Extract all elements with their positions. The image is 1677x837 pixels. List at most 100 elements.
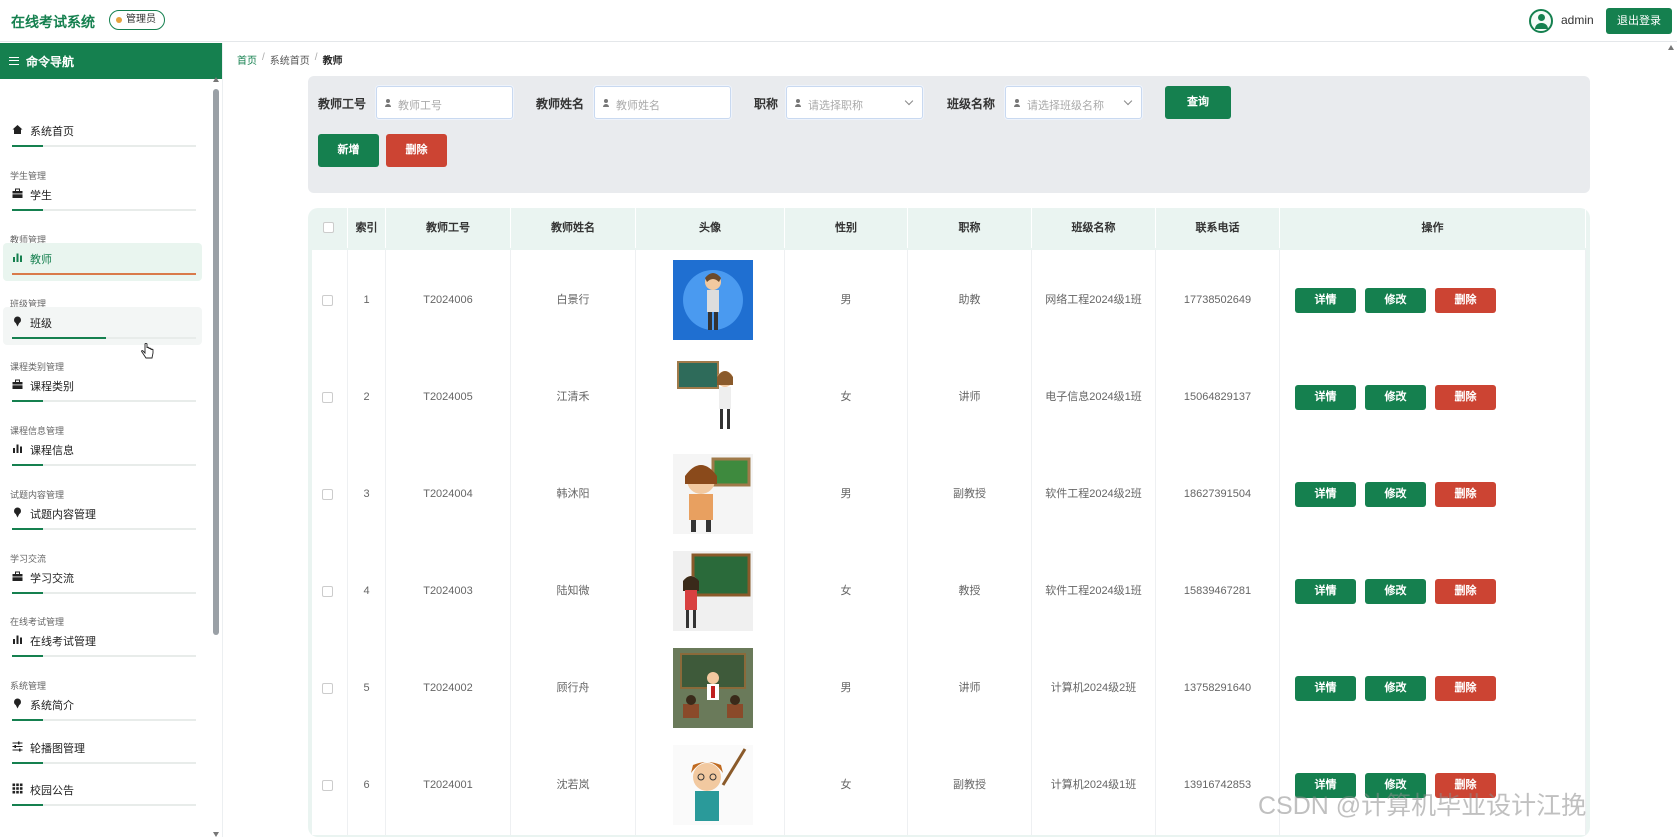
delete-button[interactable]: 删除 bbox=[1435, 482, 1496, 507]
table-row[interactable]: 5 T2024002 顾行舟男讲师 计算机2024级2班 13758291640 详情 修改… bbox=[312, 638, 1586, 738]
breadcrumb-sys-home[interactable]: 系统首页 bbox=[270, 52, 310, 67]
detail-button[interactable]: 详情 bbox=[1295, 482, 1356, 507]
select-all-checkbox[interactable] bbox=[323, 222, 334, 233]
column-header: 教师姓名 bbox=[511, 208, 636, 248]
table-row[interactable]: 2 T2024005 江清禾女讲师 电子信息2024级1班 15064829137 详情修… bbox=[312, 347, 1586, 447]
progress-bar bbox=[12, 464, 196, 466]
gender-cell: 男 bbox=[785, 444, 908, 544]
index-cell: 1 bbox=[348, 250, 386, 350]
table-row[interactable]: 1 T2024006 白景行男助教 网络工程2024级1班 17738502649 详情修… bbox=[312, 250, 1586, 350]
edit-button[interactable]: 修改 bbox=[1365, 385, 1426, 410]
progress-fill bbox=[12, 209, 44, 211]
teacher-avatar-image bbox=[673, 648, 753, 728]
scroll-down-icon[interactable] bbox=[213, 832, 219, 837]
filter-panel: 教师工号 教师工号 教师姓名 教师姓名 职称 请选择职称 班级名称 请选择班级名… bbox=[308, 76, 1590, 193]
row-checkbox[interactable] bbox=[322, 392, 333, 403]
nav-title: 命令导航 bbox=[26, 54, 75, 69]
briefcase-icon bbox=[12, 379, 23, 390]
teacher-avatar-image bbox=[673, 745, 753, 825]
actions-cell: 详情 修改 删除 bbox=[1280, 541, 1586, 641]
sidebar-scrollbar[interactable] bbox=[212, 77, 220, 837]
search-button[interactable]: 查询 bbox=[1165, 86, 1231, 119]
checkbox-cell bbox=[308, 541, 348, 641]
sidebar-item-4[interactable]: 班级 bbox=[3, 307, 202, 345]
edit-button[interactable]: 修改 bbox=[1365, 579, 1426, 604]
grid-icon bbox=[12, 783, 23, 794]
username[interactable]: admin bbox=[1561, 13, 1594, 27]
actions-cell: 详情 修改 删除 bbox=[1280, 444, 1586, 544]
teacher-id-input[interactable]: 教师工号 bbox=[376, 86, 513, 119]
sidebar-item-8[interactable]: 学习交流 bbox=[3, 562, 202, 600]
title-label: 职称 bbox=[754, 97, 779, 111]
index-cell: 5 bbox=[348, 638, 386, 738]
table-row[interactable]: 3 T2024004 韩沐阳男副教授 软件工程2024级2班 18627391504 详情… bbox=[312, 444, 1586, 544]
sidebar-item-label: 班级 bbox=[30, 318, 52, 330]
teacher-id-cell: T2024002 bbox=[386, 638, 511, 738]
progress-fill bbox=[12, 592, 44, 594]
user-avatar-icon[interactable] bbox=[1529, 9, 1553, 33]
detail-button[interactable]: 详情 bbox=[1295, 676, 1356, 701]
sidebar-item-6[interactable]: 课程信息 bbox=[3, 434, 202, 472]
sidebar-item-12[interactable]: 校园公告 bbox=[3, 774, 202, 812]
progress-bar bbox=[12, 804, 196, 806]
progress-fill bbox=[12, 762, 44, 764]
row-checkbox[interactable] bbox=[322, 780, 333, 791]
row-checkbox[interactable] bbox=[322, 586, 333, 597]
edit-button[interactable]: 修改 bbox=[1365, 288, 1426, 313]
sidebar-item-label: 校园公告 bbox=[30, 785, 74, 797]
batch-delete-button[interactable]: 删除 bbox=[386, 134, 447, 167]
gender-cell: 男 bbox=[785, 250, 908, 350]
main-scrollbar[interactable] bbox=[1667, 45, 1675, 837]
detail-button[interactable]: 详情 bbox=[1295, 579, 1356, 604]
delete-button[interactable]: 删除 bbox=[1435, 288, 1496, 313]
scroll-up-icon[interactable] bbox=[213, 77, 219, 82]
checkbox-cell bbox=[308, 444, 348, 544]
detail-button[interactable]: 详情 bbox=[1295, 288, 1356, 313]
sidebar-item-label: 在线考试管理 bbox=[30, 636, 96, 648]
progress-fill bbox=[12, 273, 196, 275]
teacher-name-label: 教师姓名 bbox=[536, 97, 585, 111]
sidebar-item-label: 课程类别 bbox=[30, 381, 74, 393]
sidebar-item-1[interactable]: 系统首页 bbox=[3, 115, 202, 153]
checkbox-cell bbox=[308, 347, 348, 447]
title-placeholder: 请选择职称 bbox=[808, 100, 863, 112]
sidebar: 命令导航 系统首页 学生管理 学生 教师管理 教师 班级管理 班级 课程类别管理 课程类别 课程信… bbox=[0, 43, 223, 837]
teacher-id-label: 教师工号 bbox=[318, 97, 367, 111]
edit-button[interactable]: 修改 bbox=[1365, 676, 1426, 701]
avatar-cell bbox=[636, 250, 785, 350]
progress-bar bbox=[12, 592, 196, 594]
scrollbar-thumb[interactable] bbox=[213, 89, 219, 635]
logout-button[interactable]: 退出登录 bbox=[1606, 8, 1672, 34]
add-button[interactable]: 新增 bbox=[318, 134, 379, 167]
scroll-up-icon[interactable] bbox=[1668, 45, 1674, 50]
delete-button[interactable]: 删除 bbox=[1435, 385, 1496, 410]
sidebar-item-3[interactable]: 教师 bbox=[3, 243, 202, 281]
edit-button[interactable]: 修改 bbox=[1365, 482, 1426, 507]
progress-fill bbox=[12, 400, 44, 402]
sidebar-item-7[interactable]: 试题内容管理 bbox=[3, 498, 202, 536]
row-checkbox[interactable] bbox=[322, 489, 333, 500]
sidebar-item-5[interactable]: 课程类别 bbox=[3, 370, 202, 408]
sidebar-item-2[interactable]: 学生 bbox=[3, 179, 202, 217]
table-row[interactable]: 4 T2024003 陆知微女教授 软件工程2024级1班 15839467281 详情修… bbox=[312, 541, 1586, 641]
row-checkbox[interactable] bbox=[322, 295, 333, 306]
sidebar-item-11[interactable]: 轮播图管理 bbox=[3, 732, 202, 770]
app-title: 在线考试系统 bbox=[11, 14, 95, 30]
sidebar-item-9[interactable]: 在线考试管理 bbox=[3, 625, 202, 663]
teacher-id-cell: T2024004 bbox=[386, 444, 511, 544]
title-select[interactable]: 请选择职称 bbox=[786, 86, 923, 119]
teacher-name-input[interactable]: 教师姓名 bbox=[594, 86, 731, 119]
breadcrumb-home[interactable]: 首页 bbox=[237, 52, 257, 67]
class-cell: 计算机2024级1班 bbox=[1032, 735, 1156, 835]
progress-fill bbox=[12, 719, 44, 721]
delete-button[interactable]: 删除 bbox=[1435, 579, 1496, 604]
title-cell: 讲师 bbox=[908, 638, 1032, 738]
class-select[interactable]: 请选择班级名称 bbox=[1005, 86, 1142, 119]
delete-button[interactable]: 删除 bbox=[1435, 676, 1496, 701]
teacher-name-cell: 沈若岚 bbox=[511, 735, 636, 835]
sidebar-item-label: 试题内容管理 bbox=[30, 509, 96, 521]
sidebar-item-10[interactable]: 系统简介 bbox=[3, 689, 202, 727]
row-checkbox[interactable] bbox=[322, 683, 333, 694]
gender-cell: 女 bbox=[785, 347, 908, 447]
detail-button[interactable]: 详情 bbox=[1295, 385, 1356, 410]
